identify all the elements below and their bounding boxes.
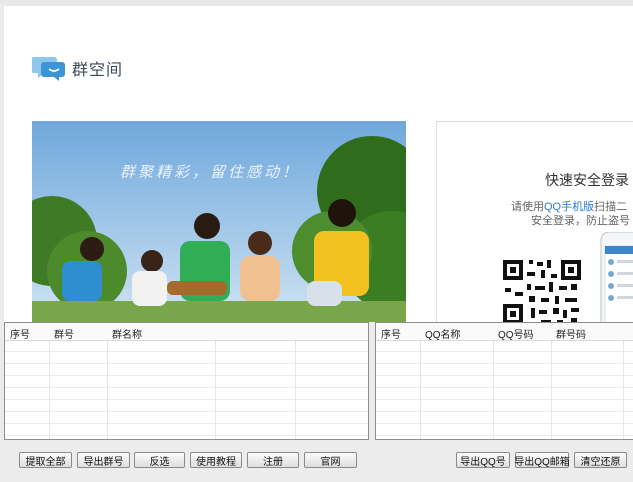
export-group-numbers-button[interactable]: 导出群号: [77, 452, 130, 468]
table-header: 序号 QQ名称 QQ号码 群号码: [376, 323, 633, 341]
tutorial-button[interactable]: 使用教程: [190, 452, 242, 468]
column-header-group-number[interactable]: 群号: [54, 326, 74, 341]
qq-mobile-link[interactable]: QQ手机版: [544, 201, 594, 213]
column-header-qq-number[interactable]: QQ号码: [498, 326, 534, 341]
column-header-qq-name[interactable]: QQ名称: [425, 326, 461, 341]
logo-text: 群空间: [72, 62, 124, 79]
official-site-button[interactable]: 官网: [304, 452, 357, 468]
phone-illustration-icon: [600, 232, 633, 322]
login-desc-prefix: 请使用: [511, 201, 544, 213]
login-desc-line2: 安全登录，防止盗号: [531, 215, 630, 227]
extract-all-button[interactable]: 提取全部: [19, 452, 72, 468]
login-desc-suffix: 扫描二: [594, 201, 628, 213]
export-qq-numbers-button[interactable]: 导出QQ号: [456, 452, 510, 468]
member-list-table[interactable]: 序号 QQ名称 QQ号码 群号码: [375, 322, 633, 440]
group-list-table[interactable]: 序号 群号 群名称: [4, 322, 369, 440]
chat-bubble-icon: [32, 57, 65, 81]
qun-space-logo[interactable]: 群空间: [32, 54, 123, 82]
banner-photo: [32, 121, 406, 322]
embedded-web-view: 群空间 群聚精彩，留住感动！ 快速安全登录 请使用QQ手机版扫描二 安全登录，防…: [4, 6, 633, 322]
login-description: 请使用QQ手机版扫描二 安全登录，防止盗号: [511, 200, 630, 228]
login-panel: 快速安全登录 请使用QQ手机版扫描二 安全登录，防止盗号: [436, 121, 633, 322]
qr-code-icon: [497, 252, 587, 322]
column-header-group-code[interactable]: 群号码: [556, 326, 586, 341]
clear-reset-button[interactable]: 清空还原: [574, 452, 627, 468]
column-header-index[interactable]: 序号: [381, 326, 401, 341]
export-qq-email-button[interactable]: 导出QQ邮箱: [514, 452, 570, 468]
table-header: 序号 群号 群名称: [5, 323, 368, 341]
register-button[interactable]: 注册: [247, 452, 299, 468]
login-title: 快速安全登录: [545, 172, 629, 188]
invert-selection-button[interactable]: 反选: [134, 452, 185, 468]
banner-image: 群聚精彩，留住感动！: [32, 121, 406, 322]
banner-slogan: 群聚精彩，留住感动！: [120, 163, 301, 181]
column-header-index[interactable]: 序号: [10, 326, 30, 341]
column-header-group-name[interactable]: 群名称: [112, 326, 142, 341]
